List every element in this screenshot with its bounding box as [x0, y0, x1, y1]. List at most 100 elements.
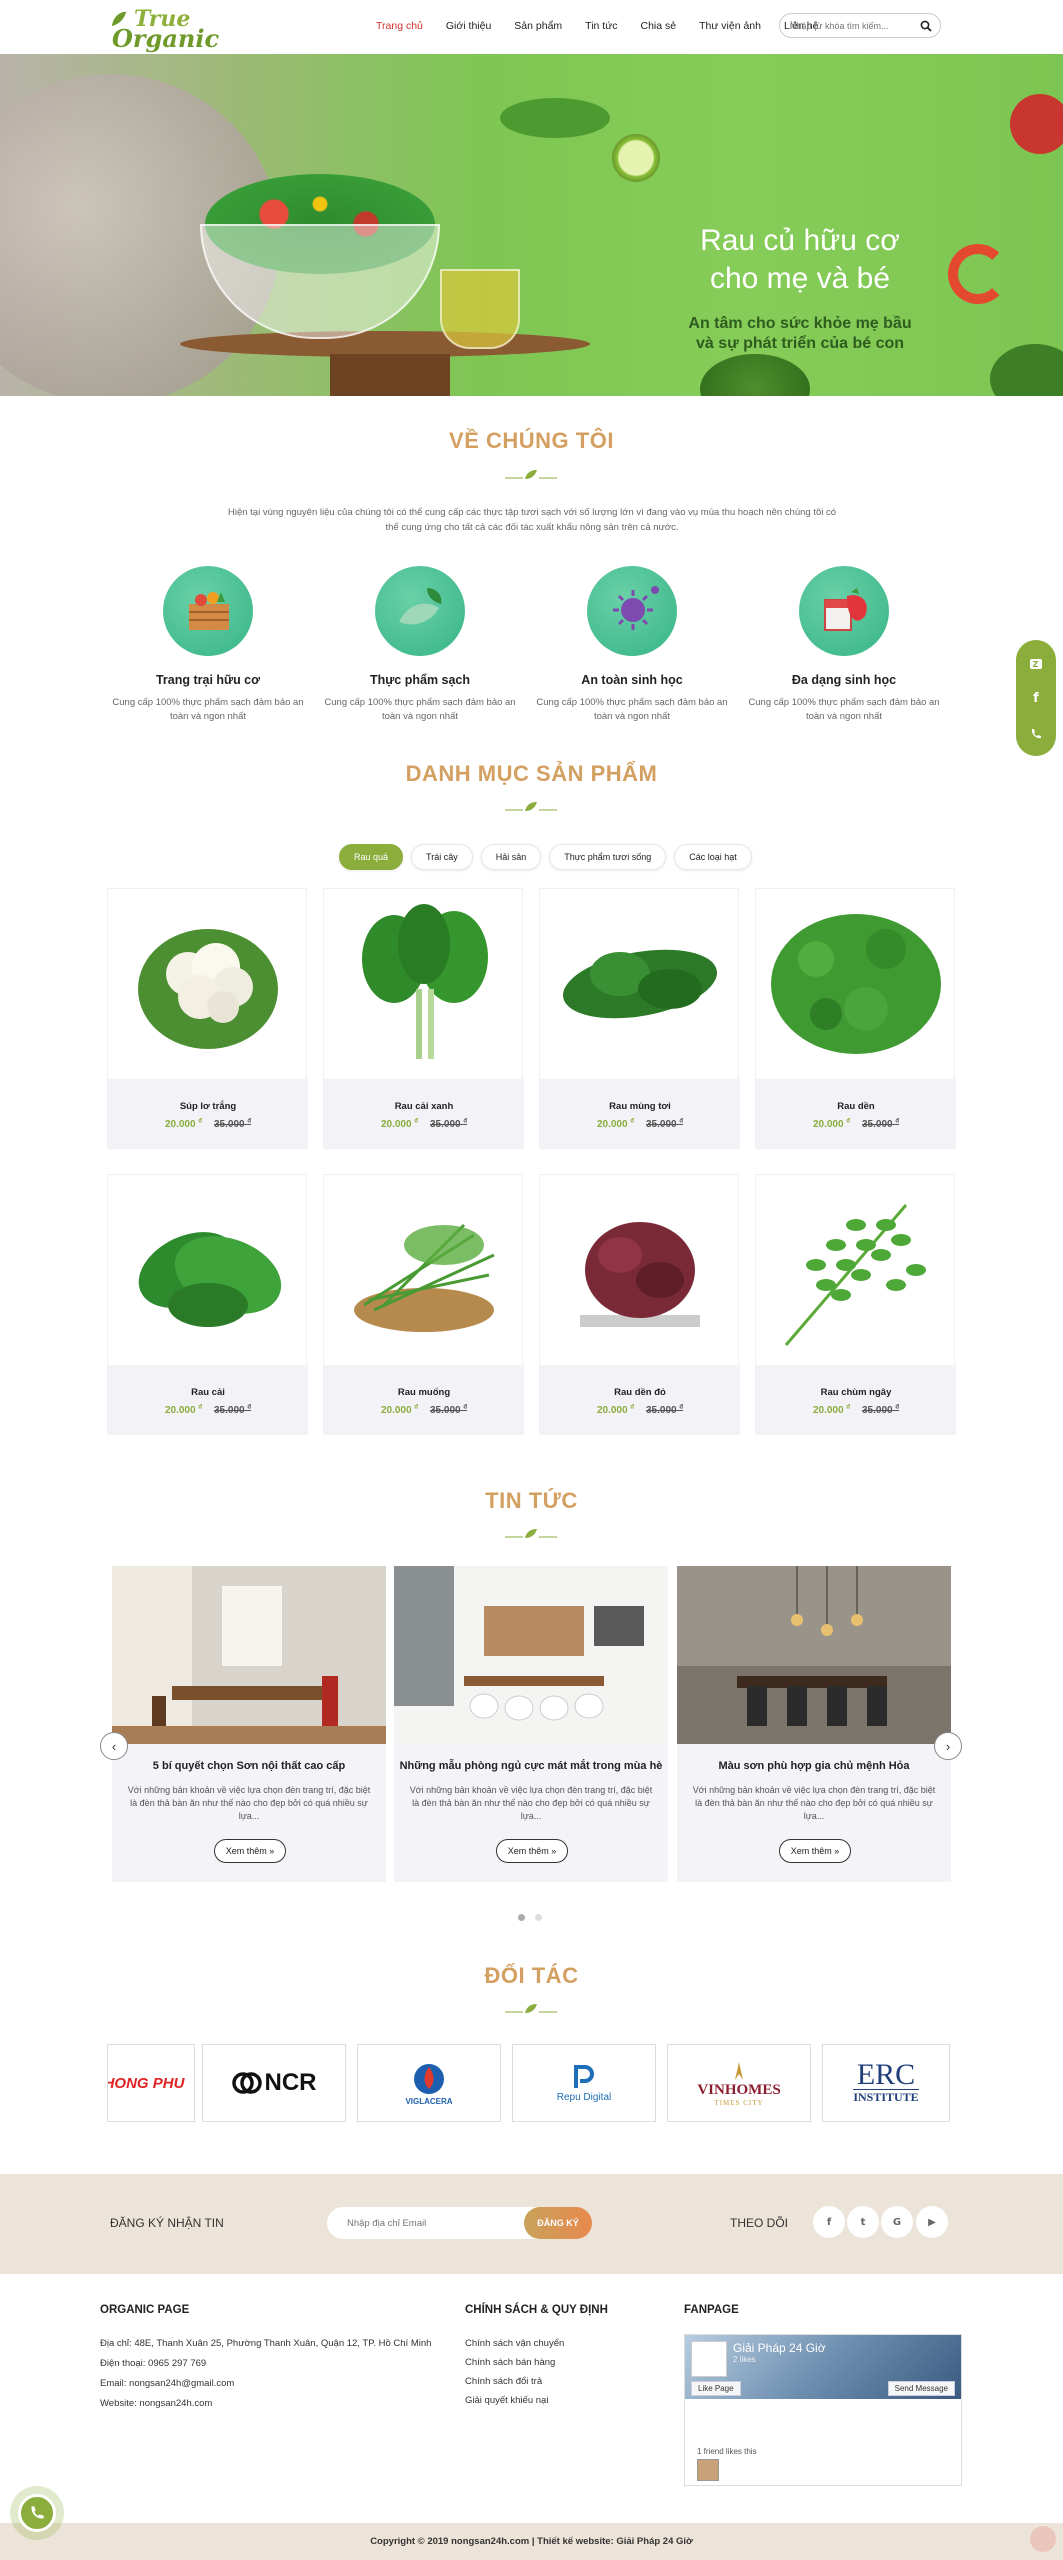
back-to-top-icon[interactable]	[1030, 2526, 1056, 2552]
news-card[interactable]: Màu sơn phù hợp gia chủ mệnh Hỏa Với nhữ…	[677, 1566, 951, 1882]
facebook-page-widget[interactable]: Giải Pháp 24 Giờ 2 likes Like Page Send …	[684, 2334, 962, 2486]
erc-institute: INSTITUTE	[853, 2089, 919, 2104]
search-input[interactable]	[790, 18, 910, 34]
policy-link[interactable]: Giải quyết khiếu nại	[465, 2395, 548, 2406]
erc-letters: ERC	[856, 2058, 916, 2091]
price-current: 20.000 đ	[381, 1119, 418, 1130]
partner-logo-hong-phu[interactable]: HONG PHU	[107, 2044, 195, 2122]
hero-oil-cup-image	[440, 269, 520, 349]
news-card[interactable]: 5 bí quyết chọn Sơn nội thất cao cấp Với…	[112, 1566, 386, 1882]
nav-news[interactable]: Tin tức	[585, 20, 617, 32]
tab-vegetables[interactable]: Rau quả	[339, 844, 404, 870]
product-card[interactable]: Rau dền đỏ 20.000 đ 35.000 đ	[539, 1174, 740, 1435]
price-old: 35.000 đ	[862, 1119, 899, 1130]
logo[interactable]: True Organic	[110, 6, 219, 53]
nav-products[interactable]: Sản phẩm	[514, 20, 562, 32]
footer-website[interactable]: Website: nongsan24h.com	[100, 2398, 212, 2409]
twitter-icon[interactable]: t	[847, 2206, 879, 2238]
read-more-button[interactable]: Xem thêm »	[214, 1839, 286, 1863]
partner-logo-erc[interactable]: ERC INSTITUTE	[822, 2044, 950, 2122]
call-now-button[interactable]	[10, 2486, 64, 2540]
fb-page-name[interactable]: Giải Pháp 24 Giờ	[733, 2341, 826, 2355]
google-icon[interactable]: G	[881, 2206, 913, 2238]
price-value: 20.000	[164, 1119, 196, 1131]
zalo-icon[interactable]: Z	[1018, 646, 1054, 682]
news-title[interactable]: Những mẫu phòng ngủ cực mát mắt trong mù…	[394, 1760, 668, 1772]
partner-logo-repu-digital[interactable]: Repu Digital	[512, 2044, 656, 2122]
read-more-button[interactable]: Xem thêm »	[496, 1839, 568, 1863]
currency: đ	[463, 1119, 468, 1125]
nav-gallery[interactable]: Thư viện ảnh	[699, 20, 761, 32]
youtube-icon[interactable]: ▶	[916, 2206, 948, 2238]
facebook-icon[interactable]: f	[1018, 680, 1054, 716]
partner-name: HONG PHU	[107, 2074, 185, 2092]
nav-share[interactable]: Chia sẻ	[640, 20, 676, 32]
svg-text:Z: Z	[1033, 660, 1039, 669]
product-name: Rau muống	[397, 1387, 451, 1398]
partner-name: NCR	[264, 2069, 317, 2096]
currency: đ	[414, 1405, 418, 1411]
footer-email[interactable]: Email: nongsan24h@gmail.com	[100, 2378, 234, 2389]
products-title: DANH MỤC SẢN PHẨM	[405, 761, 658, 786]
news-dot-2[interactable]	[535, 1914, 542, 1921]
fb-like-button[interactable]: Like Page	[691, 2381, 741, 2396]
product-info: Rau muống 20.000 đ 35.000 đ	[324, 1365, 524, 1435]
partner-logo-ncr[interactable]: NCR	[202, 2044, 346, 2122]
footer-phone[interactable]: Điện thoại: 0965 297 769	[100, 2358, 206, 2369]
newsletter-label: ĐĂNG KÝ NHẬN TIN	[110, 2216, 224, 2230]
currency: đ	[630, 1405, 634, 1411]
price-value: 20.000	[596, 1405, 628, 1417]
email-field[interactable]	[347, 2215, 507, 2231]
news-title[interactable]: 5 bí quyết chọn Sơn nội thất cao cấp	[112, 1760, 386, 1772]
ornament-icon	[505, 2004, 557, 2013]
read-more-button[interactable]: Xem thêm »	[779, 1839, 851, 1863]
product-card[interactable]: Rau mùng tơi 20.000 đ 35.000 đ	[539, 888, 740, 1149]
partner-logo-vinhomes[interactable]: VINHOMES TIMES CITY	[667, 2044, 811, 2122]
chevron-right-icon[interactable]: ›	[934, 1732, 962, 1760]
hero-banner[interactable]: Rau củ hữu cơ cho mẹ và bé An tâm cho sức…	[0, 54, 1063, 396]
policy-link[interactable]: Chính sách bán hàng	[465, 2357, 555, 2368]
product-info: Rau cải 20.000 đ 35.000 đ	[108, 1365, 308, 1435]
news-card[interactable]: Những mẫu phòng ngủ cực mát mắt trong mù…	[394, 1566, 668, 1882]
partner-subname: TIMES CITY	[714, 2098, 764, 2107]
phone-icon	[18, 2494, 56, 2532]
product-name: Rau dền	[837, 1101, 875, 1112]
product-card[interactable]: Rau chùm ngây 20.000 đ 35.000 đ	[755, 1174, 956, 1435]
hero-zucchini-image	[990, 344, 1063, 396]
chevron-left-icon[interactable]: ‹	[100, 1732, 128, 1760]
currency: đ	[198, 1405, 202, 1411]
price-value: 20.000	[164, 1405, 196, 1417]
price-current: 20.000 đ	[813, 1405, 850, 1416]
price-old: 35.000 đ	[214, 1405, 251, 1416]
fb-likes-count: 2 likes	[733, 2355, 756, 2364]
tab-fruits[interactable]: Trái cây	[411, 844, 473, 870]
white-dining-room-image	[394, 1566, 668, 1744]
phone-icon[interactable]	[1018, 716, 1054, 752]
price-old: 35.000 đ	[430, 1405, 467, 1416]
tab-fresh-food[interactable]: Thực phẩm tươi sống	[549, 844, 667, 870]
footer-col-title: ORGANIC PAGE	[100, 2304, 190, 2316]
nav-home[interactable]: Trang chủ	[376, 20, 423, 32]
product-price: 20.000 đ 35.000 đ	[756, 1119, 956, 1130]
product-card[interactable]: Súp lơ trắng 20.000 đ 35.000 đ	[107, 888, 308, 1149]
tab-seafood[interactable]: Hải sản	[480, 844, 542, 870]
feature-desc: Cung cấp 100% thực phẩm sạch đảm bảo an …	[536, 697, 728, 722]
tab-nuts[interactable]: Các loại hạt	[674, 844, 752, 870]
product-card[interactable]: Rau dền 20.000 đ 35.000 đ	[755, 888, 956, 1149]
feature-title: Đa dạng sinh học	[791, 673, 897, 687]
search-box	[779, 13, 941, 38]
partner-logo-viglacera[interactable]: VIGLACERA	[357, 2044, 501, 2122]
fb-send-button[interactable]: Send Message	[887, 2381, 955, 2396]
news-title[interactable]: Màu sơn phù hợp gia chủ mệnh Hỏa	[677, 1760, 951, 1772]
product-card[interactable]: Rau cải xanh 20.000 đ 35.000 đ	[323, 888, 524, 1149]
news-dot-1[interactable]	[518, 1914, 525, 1921]
nav-about[interactable]: Giới thiệu	[446, 20, 491, 32]
subscribe-button[interactable]: ĐĂNG KÝ	[524, 2207, 592, 2239]
product-card[interactable]: Rau cải 20.000 đ 35.000 đ	[107, 1174, 308, 1435]
search-icon[interactable]	[920, 20, 932, 32]
policy-link[interactable]: Chính sách đổi trả	[465, 2376, 542, 2387]
facebook-icon[interactable]: f	[813, 2206, 845, 2238]
hero-title-line2: cho mẹ và bé	[709, 262, 891, 295]
product-card[interactable]: Rau muống 20.000 đ 35.000 đ	[323, 1174, 524, 1435]
policy-link[interactable]: Chính sách vận chuyển	[465, 2338, 564, 2349]
